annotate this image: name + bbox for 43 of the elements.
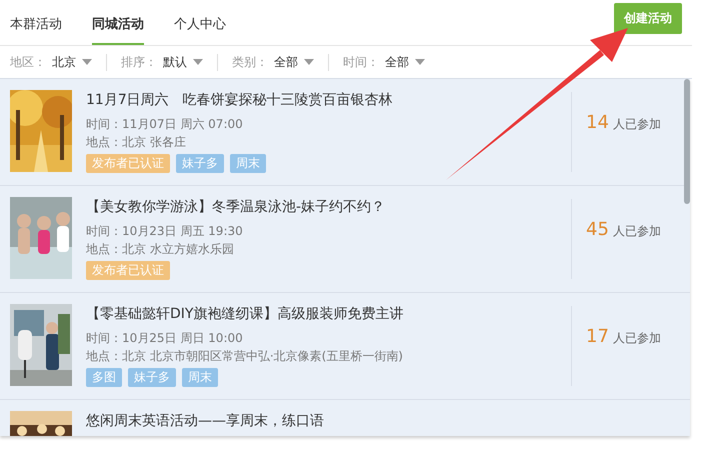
caret-icon: [304, 59, 314, 65]
event-time: 时间：11月07日 周六 07:00: [86, 116, 243, 133]
filter-dropdown[interactable]: 地区： 北京: [10, 54, 107, 70]
filter-label: 类别：: [232, 54, 268, 70]
tag: 发布者已认证: [86, 154, 170, 173]
tag: 妹子多: [128, 368, 176, 387]
participant-label: 人已参加: [612, 223, 661, 240]
filter-label: 地区：: [10, 54, 46, 70]
participant-label: 人已参加: [612, 116, 661, 133]
filter-value: 全部: [385, 54, 409, 70]
event-title[interactable]: 悠闲周末英语活动——享周末，练口语: [86, 412, 324, 430]
event-time: 时间：10月25日 周日 10:00: [86, 330, 243, 347]
filter-label: 排序：: [121, 54, 157, 70]
caret-icon: [82, 59, 92, 65]
filter-dropdown[interactable]: 排序： 默认: [121, 54, 218, 70]
caret-icon: [415, 59, 425, 65]
event-title[interactable]: 【美女教你学游泳】冬季温泉泳池-妹子约不约？: [86, 198, 386, 216]
filter-value: 默认: [163, 54, 187, 70]
filter-value: 全部: [274, 54, 298, 70]
tag: 多图: [86, 368, 122, 387]
event-location: 地点：北京 水立方嬉水乐园: [86, 241, 234, 258]
event-title[interactable]: 11月7日周六 吃春饼宴探秘十三陵赏百亩银杏林: [86, 91, 393, 109]
event-time: 时间：10月23日 周五 19:30: [86, 223, 243, 240]
event-title[interactable]: 【零基础懿轩DIY旗袍缝纫课】高级服装师免费主讲: [86, 305, 404, 323]
tag: 周末: [230, 154, 266, 173]
participant-count: 14: [586, 112, 609, 133]
filter-dropdown[interactable]: 类别： 全部: [232, 54, 329, 70]
tab[interactable]: 个人中心: [174, 0, 226, 44]
event-location: 地点：北京 张各庄: [86, 134, 186, 151]
participant-label: 人已参加: [612, 330, 661, 347]
tag: 周末: [182, 368, 218, 387]
event-location: 地点：北京 北京市朝阳区常营中弘·北京像素(五里桥一街南): [86, 348, 403, 365]
participant-count: 17: [586, 326, 609, 347]
scrollbar[interactable]: [684, 79, 690, 204]
participant-count: 45: [586, 219, 609, 240]
filter-value: 北京: [52, 54, 76, 70]
tab[interactable]: 同城活动: [92, 0, 144, 44]
tag: 发布者已认证: [86, 261, 170, 280]
filter-dropdown[interactable]: 时间： 全部: [343, 54, 439, 70]
filter-label: 时间：: [343, 54, 379, 70]
tag: 妹子多: [176, 154, 224, 173]
caret-icon: [193, 59, 203, 65]
tab[interactable]: 本群活动: [10, 0, 62, 44]
